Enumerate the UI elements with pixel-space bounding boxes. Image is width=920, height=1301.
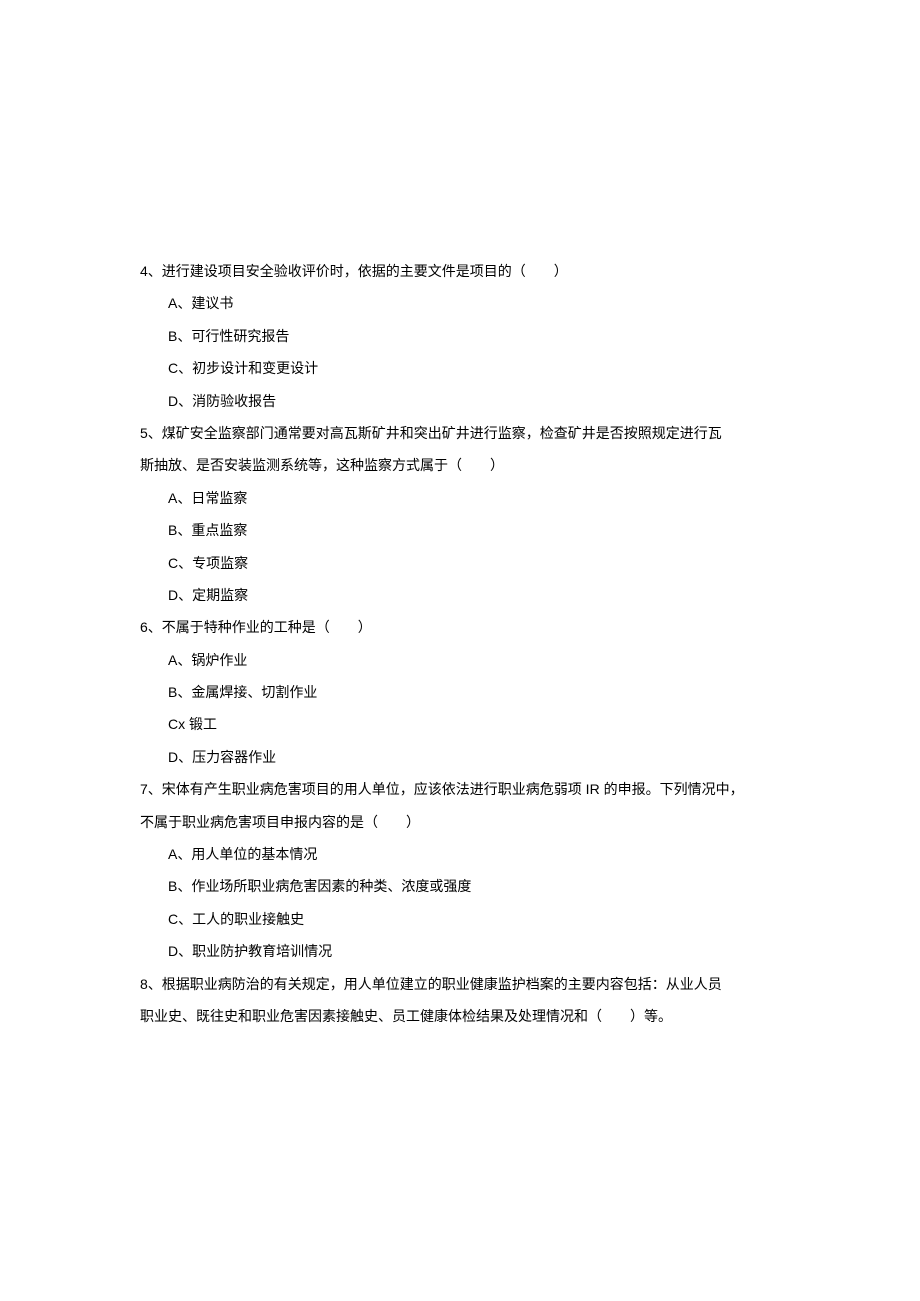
options-list: A、日常监察 B、重点监察 C、专项监察 D、定期监察 bbox=[140, 487, 780, 607]
question-number: 5、 bbox=[140, 425, 162, 441]
question-body: 煤矿安全监察部门通常要对高瓦斯矿井和突出矿井进行监察，检查矿井是否按照规定进行瓦 bbox=[162, 425, 722, 441]
question-text: 6、不属于特种作业的工种是（ ） bbox=[140, 616, 780, 638]
question-6: 6、不属于特种作业的工种是（ ） A、锅炉作业 B、金属焊接、切割作业 Cx 锻… bbox=[140, 616, 780, 768]
question-continuation: 斯抽放、是否安装监测系统等，这种监察方式属于（ ） bbox=[140, 454, 780, 476]
option-b: B、金属焊接、切割作业 bbox=[168, 681, 780, 703]
question-number: 8、 bbox=[140, 976, 162, 992]
option-b: B、重点监察 bbox=[168, 519, 780, 541]
option-d: D、职业防护教育培训情况 bbox=[168, 940, 780, 962]
option-c: Cx 锻工 bbox=[168, 713, 780, 735]
question-body: 根据职业病防治的有关规定，用人单位建立的职业健康监护档案的主要内容包括：从业人员 bbox=[162, 976, 722, 992]
question-text: 4、进行建设项目安全验收评价时，依据的主要文件是项目的（ ） bbox=[140, 260, 780, 282]
option-c: C、专项监察 bbox=[168, 552, 780, 574]
question-body: 宋体有产生职业病危害项目的用人单位，应该依法进行职业病危弱项 IR 的申报。下列… bbox=[162, 781, 744, 797]
question-number: 4、 bbox=[140, 263, 162, 279]
options-list: A、用人单位的基本情况 B、作业场所职业病危害因素的种类、浓度或强度 C、工人的… bbox=[140, 843, 780, 963]
options-list: A、锅炉作业 B、金属焊接、切割作业 Cx 锻工 D、压力容器作业 bbox=[140, 649, 780, 769]
option-a: A、用人单位的基本情况 bbox=[168, 843, 780, 865]
options-list: A、建议书 B、可行性研究报告 C、初步设计和变更设计 D、消防验收报告 bbox=[140, 292, 780, 412]
question-number: 6、 bbox=[140, 619, 162, 635]
option-a: A、日常监察 bbox=[168, 487, 780, 509]
question-text: 8、根据职业病防治的有关规定，用人单位建立的职业健康监护档案的主要内容包括：从业… bbox=[140, 973, 780, 995]
question-body: 不属于特种作业的工种是（ ） bbox=[162, 619, 372, 635]
question-4: 4、进行建设项目安全验收评价时，依据的主要文件是项目的（ ） A、建议书 B、可… bbox=[140, 260, 780, 412]
option-d: D、消防验收报告 bbox=[168, 390, 780, 412]
option-c: C、初步设计和变更设计 bbox=[168, 357, 780, 379]
option-c: C、工人的职业接触史 bbox=[168, 908, 780, 930]
question-continuation: 不属于职业病危害项目申报内容的是（ ） bbox=[140, 811, 780, 833]
question-number: 7、 bbox=[140, 781, 162, 797]
question-text: 5、煤矿安全监察部门通常要对高瓦斯矿井和突出矿井进行监察，检查矿井是否按照规定进… bbox=[140, 422, 780, 444]
option-a: A、锅炉作业 bbox=[168, 649, 780, 671]
question-body: 进行建设项目安全验收评价时，依据的主要文件是项目的（ ） bbox=[162, 263, 568, 279]
question-7: 7、宋体有产生职业病危害项目的用人单位，应该依法进行职业病危弱项 IR 的申报。… bbox=[140, 778, 780, 962]
option-d: D、定期监察 bbox=[168, 584, 780, 606]
option-b: B、作业场所职业病危害因素的种类、浓度或强度 bbox=[168, 875, 780, 897]
question-8: 8、根据职业病防治的有关规定，用人单位建立的职业健康监护档案的主要内容包括：从业… bbox=[140, 973, 780, 1028]
option-d: D、压力容器作业 bbox=[168, 746, 780, 768]
option-a: A、建议书 bbox=[168, 292, 780, 314]
question-text: 7、宋体有产生职业病危害项目的用人单位，应该依法进行职业病危弱项 IR 的申报。… bbox=[140, 778, 780, 800]
question-5: 5、煤矿安全监察部门通常要对高瓦斯矿井和突出矿井进行监察，检查矿井是否按照规定进… bbox=[140, 422, 780, 606]
option-b: B、可行性研究报告 bbox=[168, 325, 780, 347]
question-continuation: 职业史、既往史和职业危害因素接触史、员工健康体检结果及处理情况和（ ）等。 bbox=[140, 1005, 780, 1027]
